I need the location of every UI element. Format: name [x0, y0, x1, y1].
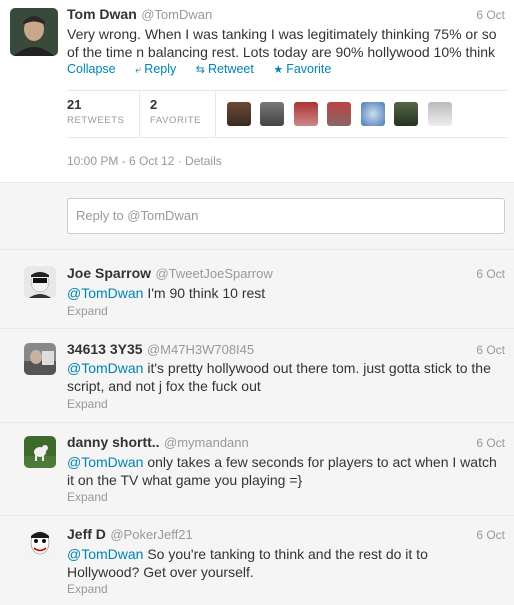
author-name[interactable]: 34613 3Y35: [67, 341, 143, 357]
author-handle[interactable]: @mymandann: [164, 435, 249, 450]
author-name[interactable]: Jeff D: [67, 526, 106, 542]
tweet-timestamp[interactable]: 10:00 PM - 6 Oct 12 · Details: [67, 154, 222, 168]
reply-arrow-icon: ⤶: [135, 64, 142, 76]
reply-text-line: @TomDwan only takes a few seconds for pl…: [67, 453, 505, 471]
mention-link[interactable]: @TomDwan: [67, 360, 143, 376]
author-handle[interactable]: @TomDwan: [141, 7, 212, 22]
tom-dwan-avatar[interactable]: [10, 8, 58, 56]
tweet-text-line: of the time n balancing rest. Lots today…: [67, 44, 496, 60]
reply-label: Reply: [144, 62, 177, 76]
reply-text-line: Hollywood? Get over yourself.: [67, 564, 254, 580]
author-name[interactable]: danny shortt..: [67, 434, 160, 450]
engager-avatars: [227, 102, 457, 126]
reply-date[interactable]: 6 Oct: [476, 343, 505, 357]
reply-date[interactable]: 6 Oct: [476, 436, 505, 450]
reply-composer: Reply to @TomDwan: [0, 183, 514, 250]
engager-avatar[interactable]: [327, 102, 352, 126]
mention-link[interactable]: @TomDwan: [67, 454, 143, 470]
mention-link[interactable]: @TomDwan: [67, 546, 143, 562]
expand-link[interactable]: Expand: [67, 490, 108, 504]
reply-text-content: it's pretty hollywood out there tom. jus…: [143, 360, 491, 376]
reply-text-line: @TomDwan So you're tanking to think and …: [67, 545, 505, 563]
collapse-link[interactable]: Collapse: [67, 62, 116, 76]
expand-link[interactable]: Expand: [67, 582, 108, 596]
author-name[interactable]: Joe Sparrow: [67, 265, 151, 281]
engager-avatar[interactable]: [293, 102, 318, 126]
danny-shortt-avatar[interactable]: [24, 436, 56, 468]
reply-text: @TomDwan I'm 90 think 10 rest: [67, 284, 505, 302]
engager-avatar[interactable]: [394, 102, 419, 126]
stat-divider: [215, 91, 216, 137]
favorite-button[interactable]: ★ Favorite: [273, 62, 331, 76]
tweet-header: Tom Dwan @TomDwan: [67, 6, 212, 24]
tweet-text: Very wrong. When I was tanking I was leg…: [67, 25, 507, 61]
retweet-icon: ⇆: [195, 64, 205, 76]
reply-text-line: script, and not j fox the fuck out: [67, 378, 261, 394]
retweets-stat[interactable]: 21 RETWEETS: [67, 97, 125, 126]
tweet-stats: 21 RETWEETS 2 FAVORITE: [67, 90, 507, 138]
author-handle[interactable]: @M47H3W708I45: [147, 342, 254, 357]
favorite-label: Favorite: [286, 62, 332, 76]
mention-link[interactable]: @TomDwan: [67, 285, 143, 301]
favorites-stat[interactable]: 2 FAVORITE: [150, 97, 201, 126]
reply-text-content: So you're tanking to think and the rest …: [143, 546, 428, 562]
reply-text: @TomDwan it's pretty hollywood out there…: [67, 359, 505, 395]
jeff-d-avatar[interactable]: [24, 528, 56, 560]
reply-text: @TomDwan So you're tanking to think and …: [67, 545, 505, 581]
engager-avatar[interactable]: [360, 102, 385, 126]
reply-tweet[interactable]: 34613 3Y35 @M47H3W708I45 6 Oct @TomDwan …: [0, 329, 514, 423]
reply-button[interactable]: ⤶ Reply: [135, 62, 176, 77]
favorites-count: 2: [150, 97, 158, 112]
author-handle[interactable]: @PokerJeff21: [110, 527, 192, 542]
reply-text-line: it on the TV what game you playing =}: [67, 472, 303, 488]
engager-avatar[interactable]: [427, 102, 452, 126]
stat-divider: [139, 91, 140, 137]
retweet-button[interactable]: ⇆ Retweet: [196, 62, 254, 76]
retweets-count: 21: [67, 97, 82, 112]
reply-tweet[interactable]: Joe Sparrow @TweetJoeSparrow 6 Oct @TomD…: [0, 250, 514, 329]
tweet-text-line: Very wrong. When I was tanking I was leg…: [67, 26, 497, 42]
reply-date[interactable]: 6 Oct: [476, 267, 505, 281]
reply-date[interactable]: 6 Oct: [476, 528, 505, 542]
tweet-date[interactable]: 6 Oct: [476, 8, 505, 22]
star-icon: ★: [273, 64, 284, 76]
joe-sparrow-avatar[interactable]: [24, 266, 56, 298]
tweet-actions: Collapse ⤶ Reply ⇆ Retweet ★ Favorite: [67, 62, 347, 77]
reply-text-content: only takes a few seconds for players to …: [143, 454, 497, 470]
reply-text: @TomDwan only takes a few seconds for pl…: [67, 453, 505, 489]
favorites-label: FAVORITE: [150, 115, 202, 126]
engager-avatar[interactable]: [227, 102, 251, 126]
reply-text-line: @TomDwan I'm 90 think 10 rest: [67, 284, 505, 302]
reply-header: 34613 3Y35 @M47H3W708I45: [67, 341, 254, 359]
author-handle[interactable]: @TweetJoeSparrow: [155, 266, 272, 281]
reply-text-content: I'm 90 think 10 rest: [143, 285, 266, 301]
expand-link[interactable]: Expand: [67, 397, 108, 411]
retweet-label: Retweet: [207, 62, 254, 76]
reply-input[interactable]: Reply to @TomDwan: [67, 198, 505, 234]
reply-text-line: @TomDwan it's pretty hollywood out there…: [67, 359, 505, 377]
reply-tweet[interactable]: Jeff D @PokerJeff21 6 Oct @TomDwan So yo…: [0, 516, 514, 605]
engager-avatar[interactable]: [260, 102, 285, 126]
expand-link[interactable]: Expand: [67, 304, 108, 318]
retweets-label: RETWEETS: [67, 115, 125, 126]
34613-3y35-avatar[interactable]: [24, 343, 56, 375]
reply-header: danny shortt.. @mymandann: [67, 434, 249, 452]
author-name[interactable]: Tom Dwan: [67, 6, 137, 22]
main-tweet: Tom Dwan @TomDwan 6 Oct Very wrong. When…: [0, 0, 514, 183]
reply-header: Joe Sparrow @TweetJoeSparrow: [67, 265, 273, 283]
reply-tweet[interactable]: danny shortt.. @mymandann 6 Oct @TomDwan…: [0, 423, 514, 516]
reply-header: Jeff D @PokerJeff21: [67, 526, 193, 544]
